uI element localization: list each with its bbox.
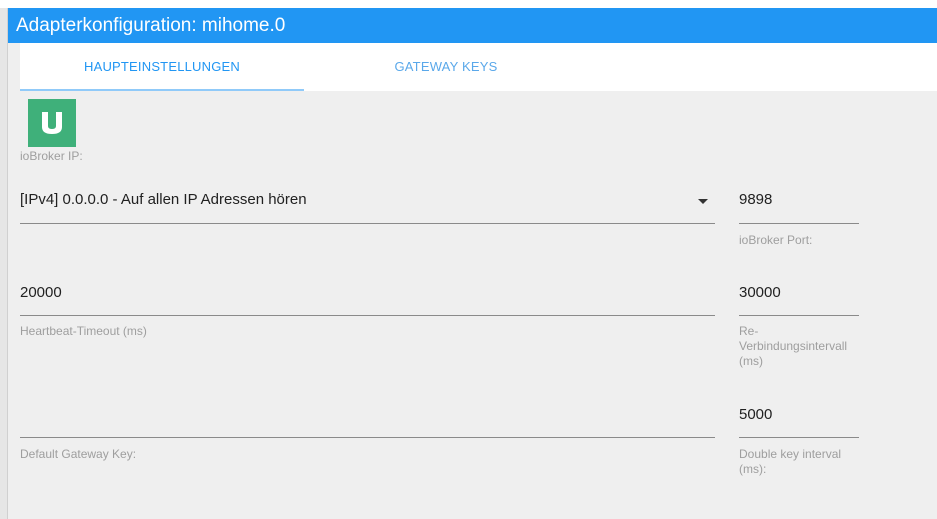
iobroker-port-input[interactable]: 9898 (739, 182, 859, 224)
active-tab-indicator (20, 89, 304, 91)
mi-logo-icon (42, 112, 62, 134)
iobroker-ip-underline (20, 223, 715, 224)
default-gateway-key-label: Default Gateway Key: (20, 447, 137, 461)
default-gateway-key-underline (20, 437, 715, 438)
double-key-label-line: Double key interval (739, 447, 842, 461)
iobroker-port-underline (739, 223, 859, 224)
top-strip (0, 0, 937, 8)
reconnect-label-line: (ms) (739, 354, 763, 368)
tab-gateway-keys[interactable]: GATEWAY KEYS (304, 43, 588, 91)
heartbeat-timeout-underline (20, 315, 715, 316)
mihome-logo (28, 99, 76, 147)
iobroker-ip-value: [IPv4] 0.0.0.0 - Auf allen IP Adressen h… (20, 191, 307, 208)
iobroker-port-value: 9898 (739, 191, 773, 208)
dialog-title: Adapterkonfiguration: mihome.0 (8, 8, 937, 43)
double-key-interval-input[interactable]: 5000 (739, 396, 859, 438)
reconnect-interval-value: 30000 (739, 284, 781, 301)
left-edge (0, 8, 8, 519)
dropdown-arrow-icon (698, 199, 708, 204)
heartbeat-timeout-input[interactable]: 20000 (20, 275, 715, 316)
iobroker-port-label: ioBroker Port: (739, 233, 813, 247)
reconnect-label-line: Verbindungsintervall (739, 339, 848, 353)
reconnect-label-line: Re- (739, 324, 759, 338)
heartbeat-timeout-label: Heartbeat-Timeout (ms) (20, 324, 147, 338)
double-key-interval-underline (739, 437, 859, 438)
reconnect-interval-underline (739, 315, 859, 316)
iobroker-ip-select[interactable]: [IPv4] 0.0.0.0 - Auf allen IP Adressen h… (20, 182, 715, 224)
default-gateway-key-input[interactable] (20, 396, 715, 438)
adapter-config-dialog: Adapterkonfiguration: mihome.0 HAUPTEINS… (0, 0, 937, 519)
tab-bar: HAUPTEINSTELLUNGEN GATEWAY KEYS (20, 43, 937, 91)
double-key-label-line: (ms): (739, 462, 767, 476)
heartbeat-timeout-value: 20000 (20, 284, 62, 301)
double-key-interval-label: Double key interval (ms): (739, 447, 841, 477)
tab-haupteinstellungen[interactable]: HAUPTEINSTELLUNGEN (20, 43, 304, 91)
double-key-interval-value: 5000 (739, 406, 773, 423)
iobroker-ip-label: ioBroker IP: (20, 149, 83, 163)
reconnect-interval-input[interactable]: 30000 (739, 275, 859, 316)
reconnect-interval-label: Re- Verbindungsintervall (ms) (739, 324, 847, 369)
